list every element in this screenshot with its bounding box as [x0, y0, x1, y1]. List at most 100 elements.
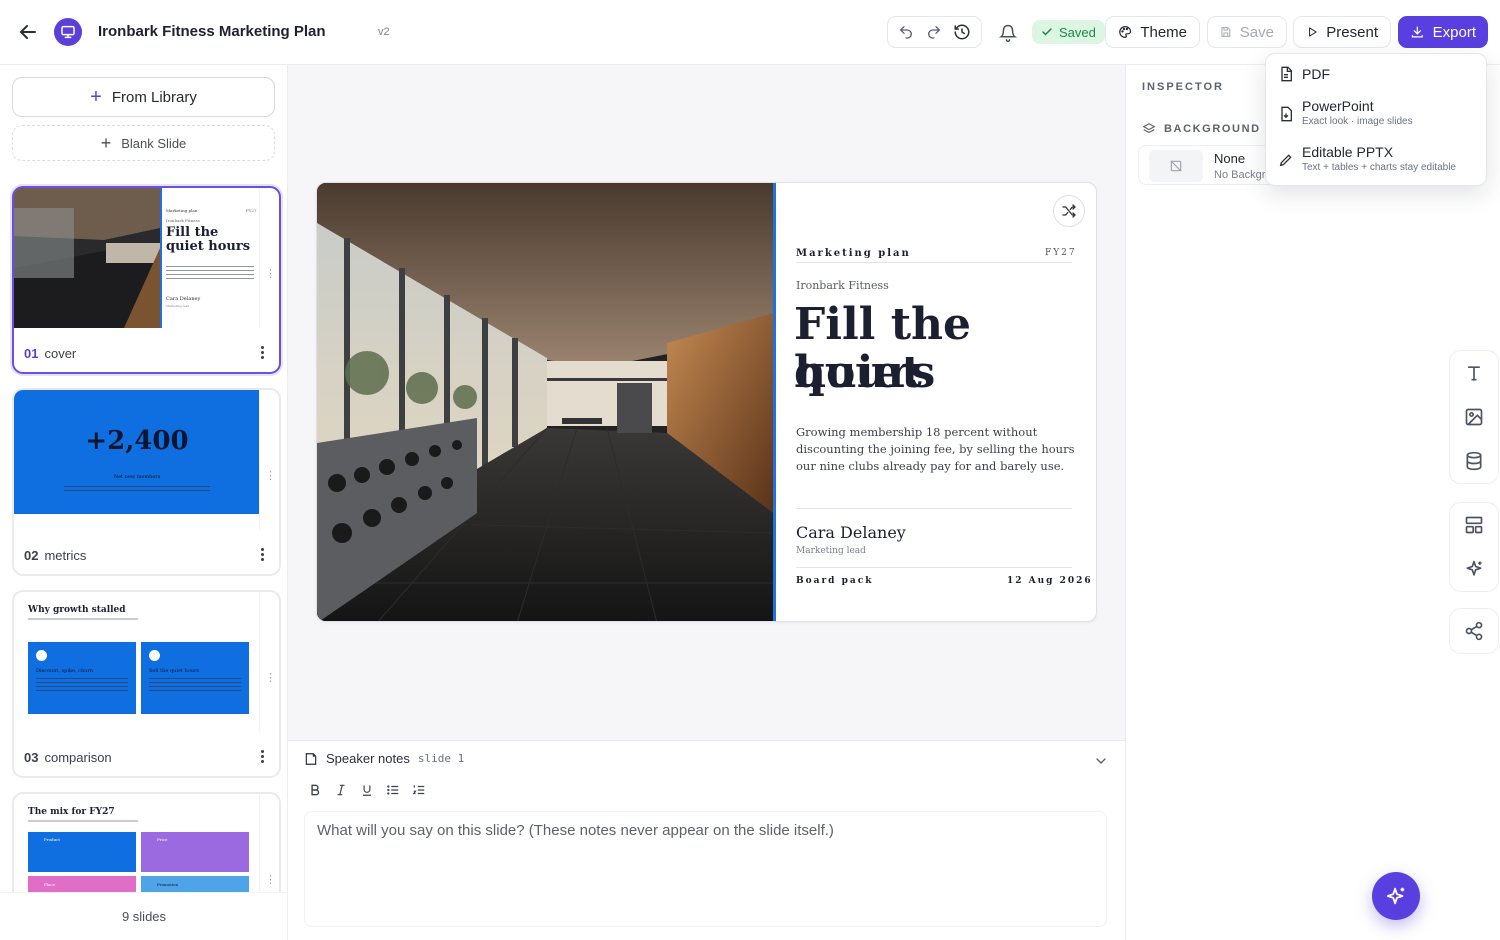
slide-thumbnail-3[interactable]: Why growth stalled Discount, spike, chur…	[12, 590, 281, 778]
slide-footer-left[interactable]: Board pack	[796, 576, 873, 586]
text-icon[interactable]	[1450, 351, 1498, 395]
drag-handle-icon[interactable]: ⋮⋮	[265, 875, 279, 886]
database-icon[interactable]	[1450, 439, 1498, 483]
export-label: Export	[1432, 23, 1476, 41]
slide-person[interactable]: Cara Delaney	[796, 523, 906, 542]
present-button[interactable]: Present	[1293, 16, 1391, 48]
thumb4-c4: Promotion	[157, 882, 179, 887]
layers-icon	[1142, 123, 1156, 134]
check-icon	[1042, 28, 1052, 36]
file-text-icon	[1281, 66, 1292, 82]
thumbnail-metrics: +2,400 Net new members	[14, 390, 260, 530]
from-library-label: From Library	[111, 88, 197, 106]
speaker-notes-input[interactable]: What will you say on this slide? (These …	[304, 811, 1107, 927]
slide-role[interactable]: Marketing lead	[796, 546, 866, 556]
export-pdf-label: PDF	[1302, 66, 1330, 82]
shuffle-layout-icon[interactable]	[1053, 195, 1085, 227]
slide-kicker[interactable]: Marketing plan	[796, 248, 911, 259]
export-pdf-item[interactable]: PDF	[1278, 66, 1330, 82]
slide-divider	[773, 183, 776, 621]
current-slide[interactable]: Marketing plan FY27 Ironbark Fitness Fil…	[316, 182, 1097, 622]
notes-icon	[305, 752, 317, 765]
slide-body[interactable]: Growing membership 18 percent without di…	[796, 424, 1076, 475]
slide-name: metrics	[44, 548, 87, 563]
export-editable-pptx-label: Editable PPTX	[1302, 144, 1394, 160]
share-icon[interactable]	[1450, 609, 1498, 653]
drag-handle-icon[interactable]: ⋮⋮	[265, 673, 279, 684]
slide-reference: slide 1	[417, 752, 465, 765]
export-editable-pptx-item[interactable]: Editable PPTX Text + tables + charts sta…	[1278, 144, 1456, 173]
export-button[interactable]: Export	[1398, 16, 1488, 48]
slide-thumbnail-2[interactable]: +2,400 Net new members ⋮⋮ 02 metrics	[12, 388, 281, 576]
saved-label: Saved	[1059, 24, 1096, 40]
thumb1-role: Marketing lead	[166, 304, 190, 308]
speaker-notes-header[interactable]: Speaker notes slide 1	[304, 751, 464, 766]
italic-icon[interactable]	[332, 781, 350, 799]
save-button[interactable]: Save	[1207, 16, 1287, 48]
slide-title-line-2[interactable]: hours	[794, 349, 935, 397]
more-options-icon[interactable]	[261, 548, 265, 562]
file-download-icon	[1281, 106, 1292, 122]
thumb1-org: Ironbark Fitness	[166, 218, 200, 223]
plus-icon: +	[90, 86, 102, 108]
slide-number: 01	[24, 346, 39, 361]
share-tools	[1449, 608, 1499, 654]
version-label: v2	[378, 26, 390, 38]
back-arrow-icon[interactable]	[16, 20, 40, 44]
play-icon	[1309, 27, 1317, 37]
thumb1-tag: FY27	[246, 208, 257, 213]
thumbnail-cover: Marketing plan FY27 Ironbark Fitness Fil…	[14, 188, 260, 328]
slide-sidebar: + From Library + Blank Slide Marketing p…	[0, 65, 288, 940]
saved-status-badge: Saved	[1032, 20, 1105, 44]
slide-thumbnail-1[interactable]: Marketing plan FY27 Ironbark Fitness Fil…	[12, 186, 281, 374]
save-label: Save	[1239, 23, 1274, 41]
drag-handle-icon[interactable]: ⋮⋮	[265, 471, 279, 482]
redo-icon[interactable]	[920, 18, 948, 46]
theme-button[interactable]: Theme	[1105, 16, 1200, 48]
slide-number: 03	[24, 750, 39, 765]
slide-org[interactable]: Ironbark Fitness	[796, 279, 889, 292]
export-powerpoint-item[interactable]: PowerPoint Exact look · image slides	[1278, 98, 1413, 127]
version-history-icon[interactable]	[948, 18, 976, 46]
blank-slide-button[interactable]: + Blank Slide	[12, 125, 275, 161]
undo-icon[interactable]	[892, 18, 920, 46]
bullet-list-icon[interactable]	[384, 781, 402, 799]
layout-tools	[1449, 502, 1499, 592]
slide-label: 03 comparison	[24, 750, 112, 765]
slide-label: 01 cover	[24, 346, 76, 361]
bell-icon[interactable]	[995, 20, 1021, 46]
from-library-button[interactable]: + From Library	[12, 77, 275, 117]
thumb2-label: Net new members	[113, 474, 161, 480]
layout-icon[interactable]	[1450, 503, 1498, 547]
sparkles-icon	[1386, 887, 1405, 905]
thumb4-c3: Place	[44, 882, 55, 887]
thumb1-title: Fill the quiet hours	[166, 225, 251, 254]
chevron-down-icon[interactable]	[1093, 753, 1109, 769]
slide-count: 9 slides	[0, 892, 287, 940]
thumb4-title: The mix for FY27	[28, 807, 115, 817]
bold-icon[interactable]	[306, 781, 324, 799]
slide-name: comparison	[44, 750, 112, 765]
more-options-icon[interactable]	[261, 346, 265, 360]
ai-assistant-button[interactable]	[1372, 872, 1420, 920]
thumb1-kicker: Marketing plan	[166, 208, 198, 213]
document-title[interactable]: Ironbark Fitness Marketing Plan	[98, 23, 326, 40]
numbered-list-icon[interactable]	[410, 781, 428, 799]
sparkles-icon[interactable]	[1450, 547, 1498, 591]
speaker-notes-panel: Speaker notes slide 1 What will you say …	[288, 740, 1125, 940]
slide-tag[interactable]: FY27	[1045, 248, 1077, 258]
palette-icon	[1119, 26, 1132, 38]
notes-format-toolbar	[306, 781, 428, 799]
image-icon[interactable]	[1450, 395, 1498, 439]
background-option-none[interactable]: None No Background	[1138, 145, 1290, 185]
more-options-icon[interactable]	[261, 750, 265, 764]
no-image-icon	[1149, 150, 1203, 182]
export-powerpoint-label: PowerPoint	[1302, 98, 1374, 114]
slide-rule	[796, 567, 1072, 568]
thumb2-big-number: +2,400	[85, 426, 189, 456]
underline-icon[interactable]	[358, 781, 376, 799]
slide-footer-right[interactable]: 12 Aug 2026	[1007, 576, 1091, 586]
speaker-notes-label: Speaker notes	[326, 751, 410, 766]
drag-handle-icon[interactable]: ⋮⋮	[265, 269, 279, 280]
thumb3-left-title: Discount, spike, churn	[36, 668, 93, 674]
